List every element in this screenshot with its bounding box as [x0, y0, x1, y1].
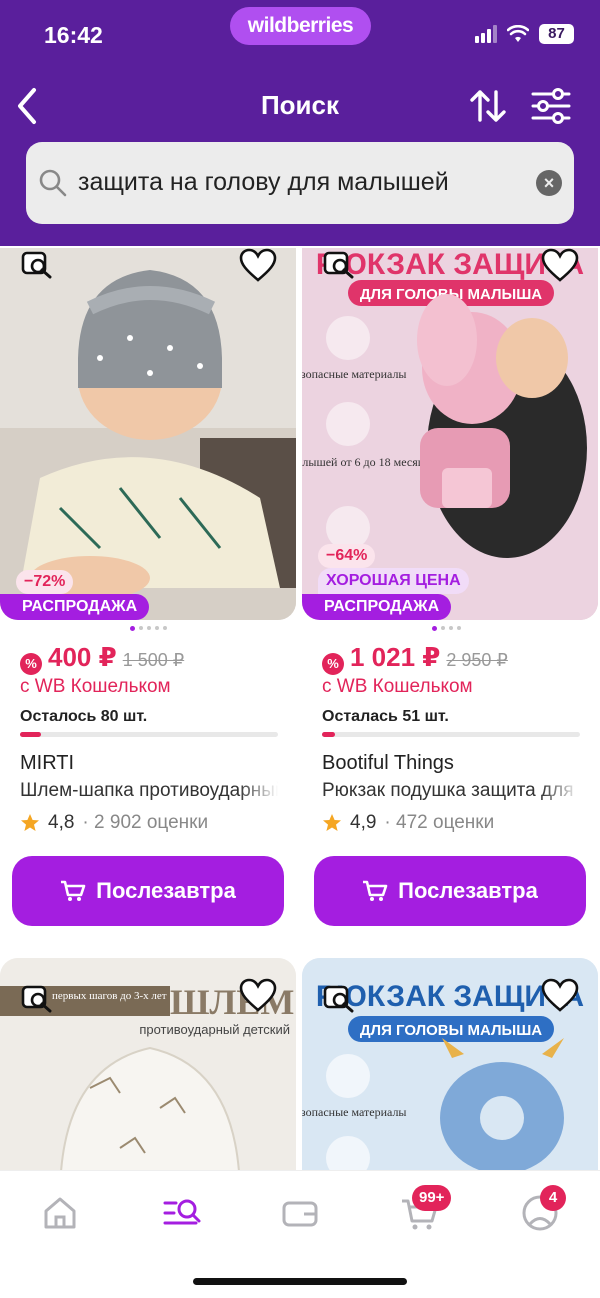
- price-row: % 400 ₽ 1 500 ₽: [20, 642, 185, 675]
- heart-icon[interactable]: [540, 978, 580, 1014]
- search-query[interactable]: защита на голову для малышей: [78, 168, 449, 197]
- product-card[interactable]: РЮКЗАК ЗАЩИТА ДЛЯ ГОЛОВЫ МАЛЫША безопасн…: [302, 248, 598, 928]
- rating: 4,8 · 2 902 оценки: [20, 812, 208, 834]
- sort-icon[interactable]: [468, 86, 508, 126]
- image-feature: безопасные материалы: [302, 1105, 406, 1119]
- old-price: 2 950 ₽: [446, 650, 508, 670]
- stock-bar-fill: [322, 732, 335, 737]
- cart-icon: [363, 880, 388, 901]
- wallet-note: с WB Кошельком: [322, 676, 473, 697]
- sale-badge: РАСПРОДАЖА: [302, 594, 452, 620]
- product-card[interactable]: РЮКЗАК ЗАЩИТА ДЛЯ ГОЛОВЫ МАЛЫША безопасн…: [302, 958, 598, 1170]
- catalog-search-icon[interactable]: [162, 1193, 202, 1233]
- cart-icon: [61, 880, 86, 901]
- wallet-icon: %: [20, 653, 42, 675]
- filter-icon[interactable]: [530, 86, 572, 126]
- stock-bar: [322, 732, 580, 737]
- heart-icon[interactable]: [540, 248, 580, 284]
- search-input[interactable]: защита на голову для малышей ×: [26, 142, 574, 224]
- review-count: · 472 оценки: [384, 812, 495, 833]
- wallet-icon[interactable]: [280, 1193, 320, 1233]
- product-name[interactable]: Рюкзак подушка защита для: [322, 780, 580, 802]
- delivery-label: Послезавтра: [398, 878, 538, 903]
- star-icon: [323, 814, 341, 831]
- wallet-note: с WB Кошельком: [20, 676, 171, 697]
- price: 400 ₽: [48, 642, 117, 672]
- price-row: % 1 021 ₽ 2 950 ₽: [322, 642, 508, 675]
- product-card[interactable]: первых шагов до 3-х лет ШЛЕМ противоудар…: [0, 958, 296, 1170]
- photo-pager: [432, 626, 461, 631]
- heart-icon[interactable]: [238, 978, 278, 1014]
- old-price: 1 500 ₽: [122, 650, 185, 670]
- review-count: · 2 902 оценки: [82, 812, 209, 833]
- star-icon: [21, 814, 39, 831]
- add-to-cart-button[interactable]: Послезавтра: [314, 856, 586, 926]
- rating-value: 4,8: [48, 812, 75, 833]
- rating-value: 4,9: [350, 812, 377, 833]
- brand-name: Bootiful Things: [322, 752, 454, 774]
- stock-text: Осталось 80 шт.: [20, 708, 148, 725]
- product-name[interactable]: Шлем-шапка противоударный: [20, 780, 278, 802]
- cart-badge: 99+: [412, 1185, 452, 1211]
- status-time: 16:42: [44, 22, 103, 48]
- app-header: 16:42 wildberries 87 Поиск защита на гол…: [0, 0, 600, 246]
- heart-icon[interactable]: [238, 248, 278, 284]
- home-icon[interactable]: [40, 1193, 80, 1233]
- clear-search-icon[interactable]: ×: [536, 170, 562, 196]
- product-photo[interactable]: первых шагов до 3-х лет ШЛЕМ противоудар…: [0, 958, 296, 1170]
- zoom-icon[interactable]: [20, 984, 56, 1014]
- zoom-icon[interactable]: [322, 984, 358, 1014]
- product-image: [0, 248, 296, 620]
- image-note: первых шагов до 3-х лет: [52, 990, 167, 1002]
- sale-badge: РАСПРОДАЖА: [0, 594, 150, 620]
- image-subtitle: ДЛЯ ГОЛОВЫ МАЛЫША: [360, 1022, 542, 1039]
- product-photo[interactable]: РЮКЗАК ЗАЩИТА ДЛЯ ГОЛОВЫ МАЛЫША безопасн…: [302, 958, 598, 1170]
- price: 1 021 ₽: [350, 642, 441, 672]
- rating: 4,9 · 472 оценки: [322, 812, 494, 834]
- brand-name: MIRTI: [20, 752, 75, 774]
- discount-badge: −72%: [16, 570, 74, 594]
- stock-bar: [20, 732, 278, 737]
- good-price-badge: ХОРОШАЯ ЦЕНА: [318, 568, 469, 594]
- wifi-icon: [507, 25, 529, 42]
- delivery-label: Послезавтра: [96, 878, 236, 903]
- brand-logo: wildberries: [230, 7, 371, 45]
- image-feature: безопасные материалы: [302, 367, 406, 381]
- page-title: Поиск: [260, 90, 340, 120]
- stock-text: Осталась 51 шт.: [322, 708, 449, 725]
- product-photo[interactable]: РЮКЗАК ЗАЩИТА ДЛЯ ГОЛОВЫ МАЛЫША безопасн…: [302, 248, 598, 620]
- image-feature: для малышей от 6 до 18 месяцев: [302, 455, 435, 469]
- battery-icon: 87: [539, 24, 574, 44]
- product-card[interactable]: −72% РАСПРОДАЖА % 400 ₽ 1 500 ₽ с WB Кош…: [0, 248, 296, 928]
- zoom-icon[interactable]: [322, 250, 358, 280]
- photo-pager: [130, 626, 167, 631]
- zoom-icon[interactable]: [20, 250, 56, 280]
- product-photo[interactable]: −72% РАСПРОДАЖА: [0, 248, 296, 620]
- add-to-cart-button[interactable]: Послезавтра: [12, 856, 284, 926]
- status-icons: 87: [475, 24, 574, 44]
- signal-icon: [475, 25, 497, 43]
- search-icon: [39, 169, 67, 197]
- image-subtitle: противоударный детский: [139, 1022, 290, 1037]
- discount-badge: −64%: [318, 544, 376, 568]
- wallet-icon: %: [322, 653, 344, 675]
- stock-bar-fill: [20, 732, 41, 737]
- profile-badge: 4: [540, 1185, 566, 1211]
- home-indicator: [193, 1278, 407, 1285]
